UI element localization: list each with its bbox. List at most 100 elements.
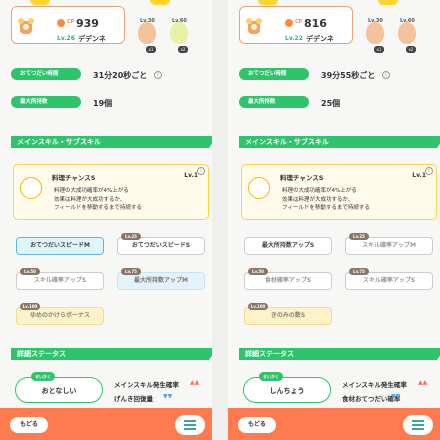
ingredient-icon[interactable] xyxy=(138,22,156,44)
main-skill-description: 料理の大成功確率が4%上がる 効果は料理が大成功するか、 フィールドを移動するま… xyxy=(282,188,370,211)
nature-effect-up: メインスキル発生確率 xyxy=(342,381,407,389)
menu-icon xyxy=(184,420,196,422)
pokemon-card[interactable]: CP 816 Lv.22 デデンネ xyxy=(239,6,353,44)
subskill-slot-1[interactable]: おてつだいスピードM xyxy=(16,237,104,255)
down-arrow-icon: ▼▼ xyxy=(163,393,173,400)
menu-button[interactable] xyxy=(175,415,205,435)
menu-button[interactable] xyxy=(403,415,433,435)
pokemon-level: Lv.22 xyxy=(285,35,303,42)
pokemon-detail-panel-right: CP 816 Lv.22 デデンネ Lv.30 x1 Lv.60 x2 おてつだ… xyxy=(228,0,440,440)
help-time-label: おてつだい時間 xyxy=(11,68,81,80)
pokemon-card[interactable]: CP 939 Lv.26 デデンネ xyxy=(11,6,125,44)
info-icon[interactable]: i xyxy=(154,71,162,79)
max-carry-label: 最大所持数 xyxy=(239,96,309,108)
cp-value: 939 xyxy=(76,17,99,30)
detail-section-header: 詳細ステータス xyxy=(11,348,212,360)
subskill-slot-2[interactable]: おてつだいスピードS Lv.25 xyxy=(117,233,205,255)
pokemon-name: デデンネ xyxy=(306,35,334,43)
cp-value: 816 xyxy=(304,17,327,30)
cp-icon xyxy=(285,19,293,27)
subskill-slot-3[interactable]: スキル確率アップS Lv.50 xyxy=(16,268,104,290)
subskill-slot-1[interactable]: 最大所持数アップS xyxy=(244,237,332,255)
menu-icon xyxy=(412,420,424,422)
subskill-label: おてつだいスピードS xyxy=(131,242,191,249)
pokemon-name: デデンネ xyxy=(78,35,106,43)
max-carry-value: 25個 xyxy=(321,99,341,108)
nature-tag: せいかく xyxy=(259,372,283,381)
cp-icon xyxy=(57,19,65,27)
subskill-slot-5[interactable]: ゆめのかけらボーナス Lv.100 xyxy=(16,303,104,325)
subskill-label: おてつだいスピードM xyxy=(30,242,90,249)
top-yellow-tab xyxy=(258,0,278,5)
nature-effect-up: メインスキル発生確率 xyxy=(114,381,179,389)
ingredient-count: x2 xyxy=(406,46,416,53)
bottom-bar: もどる xyxy=(228,408,440,440)
nature-pill[interactable]: せいかく しんちょう xyxy=(243,372,331,403)
back-button[interactable]: もどる xyxy=(238,417,276,433)
subskill-label: 食材確率アップS xyxy=(264,277,312,284)
pokemon-detail-panel-left: CP 939 Lv.26 デデンネ Lv.30 x1 Lv.60 x2 おてつだ… xyxy=(0,0,212,440)
subskill-label: きのみの数S xyxy=(270,312,306,319)
nature-tag: せいかく xyxy=(31,372,55,381)
detail-section-header: 詳細ステータス xyxy=(239,348,440,360)
subskill-slot-5[interactable]: きのみの数S Lv.100 xyxy=(244,303,332,325)
nature-name: しんちょう xyxy=(269,387,305,395)
subskill-slot-3[interactable]: 食材確率アップS Lv.50 xyxy=(244,268,332,290)
pokemon-icon xyxy=(18,18,34,34)
help-time-value: 39分55秒ごと xyxy=(321,71,376,80)
subskill-unlock-level: Lv.100 xyxy=(20,303,40,310)
top-yellow-tab xyxy=(378,0,398,5)
main-skill-level: Lv.1 xyxy=(184,172,198,179)
ingredient-count: x2 xyxy=(178,46,188,53)
pokemon-level: Lv.26 xyxy=(57,35,75,42)
up-arrow-icon: ▲▲ xyxy=(418,379,428,386)
help-time-value: 31分20秒ごと xyxy=(93,71,148,80)
main-skill-name: 料理チャンスS xyxy=(52,174,96,182)
subskill-unlock-level: Lv.75 xyxy=(349,268,369,275)
top-yellow-tab xyxy=(30,0,50,5)
ingredient-icon[interactable] xyxy=(398,22,416,44)
main-skill-name: 料理チャンスS xyxy=(280,174,324,182)
cp-label: CP xyxy=(67,19,75,25)
max-carry-value: 19個 xyxy=(93,99,113,108)
ingredient-count: x1 xyxy=(374,46,384,53)
max-carry-label: 最大所持数 xyxy=(11,96,81,108)
ingredient-icon[interactable] xyxy=(170,22,188,44)
nature-pill[interactable]: せいかく おとなしい xyxy=(15,372,103,403)
subskill-label: 最大所持数アップM xyxy=(134,277,188,284)
subskill-unlock-level: Lv.50 xyxy=(248,268,268,275)
ingredient-count: x1 xyxy=(146,46,156,53)
subskill-label: ゆめのかけらボーナス xyxy=(29,312,90,319)
subskill-label: スキル確率アップM xyxy=(362,242,416,249)
bottom-bar: もどる xyxy=(0,408,212,440)
subskill-slot-2[interactable]: スキル確率アップM Lv.25 xyxy=(345,233,433,255)
subskill-label: スキル確率アップS xyxy=(362,277,416,284)
skill-section-header: メインスキル・サブスキル xyxy=(11,136,212,148)
panel-divider xyxy=(212,0,228,440)
back-button[interactable]: もどる xyxy=(10,417,48,433)
subskill-label: 最大所持数アップS xyxy=(261,242,315,249)
ingredient-icon[interactable] xyxy=(366,22,384,44)
info-icon[interactable]: i xyxy=(425,167,433,175)
subskill-slot-4[interactable]: スキル確率アップS Lv.75 xyxy=(345,268,433,290)
subskill-unlock-level: Lv.75 xyxy=(121,268,141,275)
main-skill-card[interactable]: 料理チャンスS Lv.1 料理の大成功確率が4%上がる 効果は料理が大成功するか… xyxy=(241,164,437,220)
cp-label: CP xyxy=(295,19,303,25)
main-skill-level: Lv.1 xyxy=(412,172,426,179)
help-time-label: おてつだい時間 xyxy=(239,68,309,80)
subskill-label: スキル確率アップS xyxy=(33,277,87,284)
skill-section-header: メインスキル・サブスキル xyxy=(239,136,440,148)
subskill-unlock-level: Lv.25 xyxy=(121,233,141,240)
subskill-unlock-level: Lv.25 xyxy=(349,233,369,240)
cooking-pot-icon xyxy=(248,177,270,199)
subskill-unlock-level: Lv.100 xyxy=(248,303,268,310)
subskill-unlock-level: Lv.50 xyxy=(20,268,40,275)
nature-name: おとなしい xyxy=(41,387,77,395)
info-icon[interactable]: i xyxy=(382,71,390,79)
subskill-slot-4[interactable]: 最大所持数アップM Lv.75 xyxy=(117,268,205,290)
main-skill-card[interactable]: 料理チャンスS Lv.1 料理の大成功確率が4%上がる 効果は料理が大成功するか… xyxy=(13,164,209,220)
nature-effect-down: げんき回復量 xyxy=(114,395,153,403)
info-icon[interactable]: i xyxy=(197,167,205,175)
pokemon-icon xyxy=(246,18,262,34)
up-arrow-icon: ▲▲ xyxy=(190,379,200,386)
